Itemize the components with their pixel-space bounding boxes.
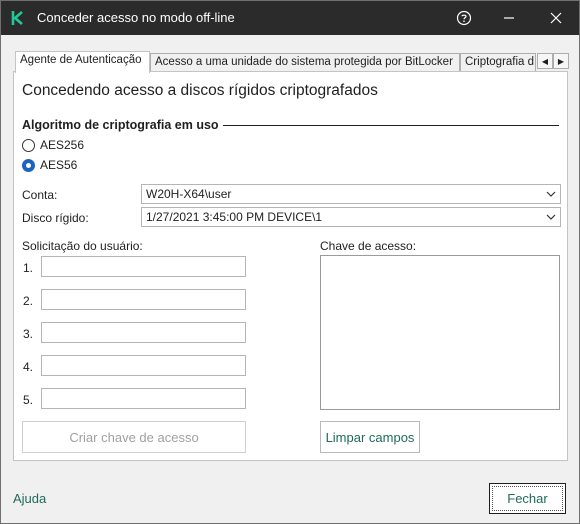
radio-button[interactable] [22, 138, 35, 152]
tab-encryption[interactable]: Criptografia d [460, 53, 536, 72]
tab-content: Concedendo acesso a discos rígidos cript… [13, 71, 568, 461]
disk-label: Disco rígido: [22, 211, 89, 225]
chevron-down-icon [546, 191, 556, 197]
help-circle-icon [456, 10, 472, 26]
minimize-icon [504, 17, 514, 19]
disk-select[interactable]: 1/27/2021 3:45:00 PM DEVICE\1 [141, 207, 561, 227]
triangle-left-icon: ◀ [541, 56, 549, 66]
dialog-window: Conceder acesso no modo off-line Agente … [0, 0, 580, 524]
page-heading: Concedendo acesso a discos rígidos cript… [22, 82, 378, 99]
request-code-input-2[interactable] [41, 289, 246, 310]
request-number: 5. [23, 393, 34, 407]
window-title: Conceder acesso no modo off-line [37, 10, 235, 25]
request-code-input-4[interactable] [41, 355, 246, 376]
chevron-down-icon [546, 214, 556, 220]
triangle-right-icon: ▶ [557, 56, 565, 66]
radio-aes256[interactable]: AES256 [22, 138, 84, 152]
minimize-button[interactable] [489, 1, 529, 35]
request-code-input-1[interactable] [41, 256, 246, 277]
algorithm-group-title: Algoritmo de criptografia em uso [22, 118, 223, 132]
help-button[interactable] [444, 1, 484, 35]
account-label: Conta: [22, 188, 58, 202]
title-bar: Conceder acesso no modo off-line [1, 1, 579, 35]
close-icon [550, 12, 562, 24]
tab-scroll-right-button[interactable]: ▶ [553, 53, 569, 69]
help-link[interactable]: Ajuda [13, 491, 46, 506]
tab-bitlocker[interactable]: Acesso a uma unidade do sistema protegid… [150, 53, 460, 72]
clear-fields-button[interactable]: Limpar campos [320, 421, 420, 453]
account-select[interactable]: W20H-X64\user [141, 184, 561, 204]
access-key-textarea[interactable] [320, 255, 560, 410]
access-key-label: Chave de acesso: [320, 239, 417, 253]
radio-label: AES256 [40, 138, 85, 152]
close-button[interactable]: Fechar [489, 483, 566, 514]
request-number: 4. [23, 360, 34, 374]
request-label: Solicitação do usuário: [22, 239, 143, 253]
tab-scroll-left-button[interactable]: ◀ [537, 53, 553, 69]
request-number: 1. [23, 261, 34, 275]
tab-authentication-agent[interactable]: Agente de Autenticação [15, 51, 150, 73]
kaspersky-logo-icon [11, 11, 23, 25]
request-code-input-3[interactable] [41, 322, 246, 343]
request-code-input-5[interactable] [41, 388, 246, 409]
radio-label: AES56 [40, 158, 78, 172]
create-key-button[interactable]: Criar chave de acesso [22, 421, 246, 453]
request-number: 2. [23, 294, 34, 308]
disk-value: 1/27/2021 3:45:00 PM DEVICE\1 [146, 210, 323, 224]
radio-button-selected[interactable] [22, 158, 35, 172]
request-number: 3. [23, 327, 34, 341]
account-value: W20H-X64\user [146, 187, 232, 201]
radio-aes56[interactable]: AES56 [22, 158, 77, 172]
tab-strip: Agente de Autenticação Acesso a uma unid… [13, 51, 569, 73]
close-window-button[interactable] [536, 1, 576, 35]
